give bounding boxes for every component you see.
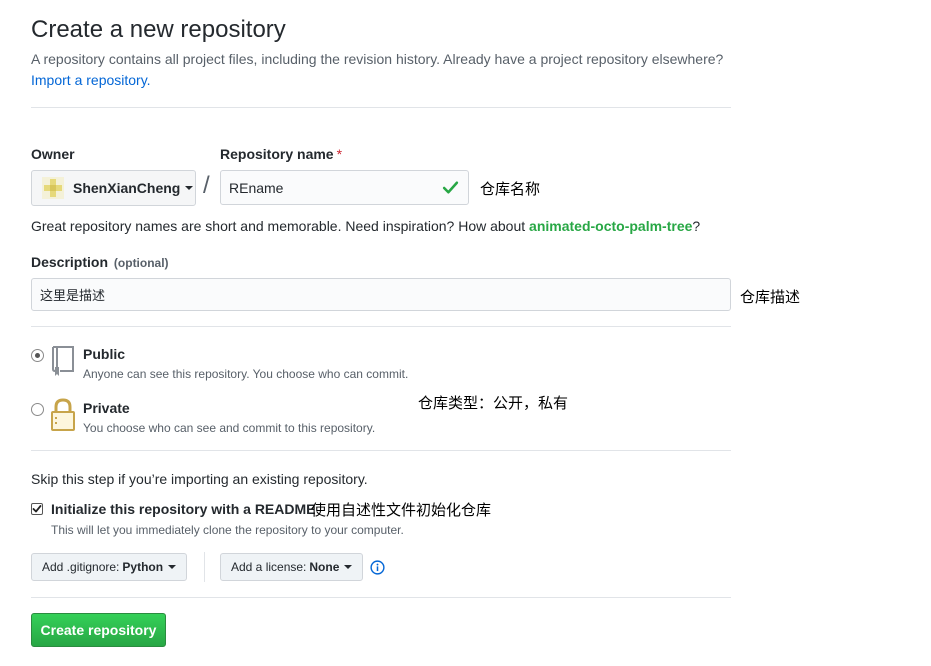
description-input[interactable]: 这里是描述 bbox=[31, 278, 731, 311]
repo-name-label-text: Repository name bbox=[220, 146, 334, 162]
gitignore-value: Python bbox=[122, 560, 164, 574]
private-title: Private bbox=[83, 400, 130, 416]
footer-divider bbox=[31, 597, 731, 598]
name-hint-text: Great repository names are short and mem… bbox=[31, 218, 530, 234]
readme-annotation: 使用自述性文件初始化仓库 bbox=[311, 501, 492, 519]
visibility-annotation: 仓库类型：公开，私有 bbox=[418, 394, 569, 412]
info-icon[interactable] bbox=[370, 560, 385, 575]
lock-icon bbox=[51, 398, 75, 431]
page-subtitle: A repository contains all project files,… bbox=[31, 51, 724, 67]
name-hint: Great repository names are short and mem… bbox=[31, 218, 700, 234]
skip-step-text: Skip this step if you’re importing an ex… bbox=[31, 471, 368, 487]
repo-name-label: Repository name * bbox=[220, 146, 342, 162]
check-icon bbox=[442, 181, 459, 194]
chevron-down-icon bbox=[344, 565, 353, 569]
repo-name-input[interactable]: REname bbox=[220, 170, 469, 205]
header-divider bbox=[31, 107, 731, 108]
visibility-divider bbox=[31, 450, 731, 451]
readme-desc: This will let you immediately clone the … bbox=[51, 523, 404, 537]
private-radio[interactable] bbox=[31, 403, 44, 416]
repo-name-value: REname bbox=[229, 179, 284, 196]
create-repository-button[interactable]: Create repository bbox=[31, 613, 166, 647]
page-title: Create a new repository bbox=[31, 16, 286, 43]
optional-tag: (optional) bbox=[113, 256, 169, 270]
readme-checkbox[interactable] bbox=[31, 503, 43, 515]
repo-name-annotation: 仓库名称 bbox=[480, 180, 541, 198]
license-value: None bbox=[309, 560, 340, 574]
readme-label[interactable]: Initialize this repository with a README bbox=[51, 501, 315, 517]
checkmark-icon bbox=[32, 505, 42, 513]
name-suggestion[interactable]: animated-octo-palm-tree bbox=[529, 218, 692, 234]
repo-book-icon bbox=[52, 346, 74, 376]
private-desc: You choose who can see and commit to thi… bbox=[83, 421, 376, 435]
dropdown-separator bbox=[204, 552, 205, 582]
description-label-text: Description bbox=[31, 254, 109, 270]
description-label: Description (optional) bbox=[31, 254, 169, 270]
license-label: Add a license: bbox=[231, 560, 307, 574]
import-repository-link[interactable]: Import a repository. bbox=[31, 72, 151, 88]
owner-name: ShenXianCheng bbox=[73, 180, 181, 196]
license-dropdown[interactable]: Add a license: None bbox=[220, 553, 364, 581]
public-radio[interactable] bbox=[31, 349, 44, 362]
chevron-down-icon bbox=[168, 565, 177, 569]
description-value: 这里是描述 bbox=[40, 289, 106, 304]
public-title: Public bbox=[83, 346, 126, 362]
description-divider bbox=[31, 326, 731, 327]
owner-dropdown[interactable]: ShenXianCheng bbox=[31, 170, 196, 206]
gitignore-dropdown[interactable]: Add .gitignore: Python bbox=[31, 553, 188, 581]
chevron-down-icon bbox=[185, 186, 194, 190]
owner-label: Owner bbox=[31, 146, 75, 162]
owner-avatar-icon bbox=[42, 177, 64, 199]
owner-repo-separator: / bbox=[203, 172, 210, 199]
required-mark: * bbox=[336, 146, 343, 162]
public-desc: Anyone can see this repository. You choo… bbox=[83, 367, 409, 381]
name-hint-suffix: ? bbox=[692, 218, 701, 234]
description-annotation: 仓库描述 bbox=[740, 288, 801, 306]
gitignore-label: Add .gitignore: bbox=[42, 560, 120, 574]
